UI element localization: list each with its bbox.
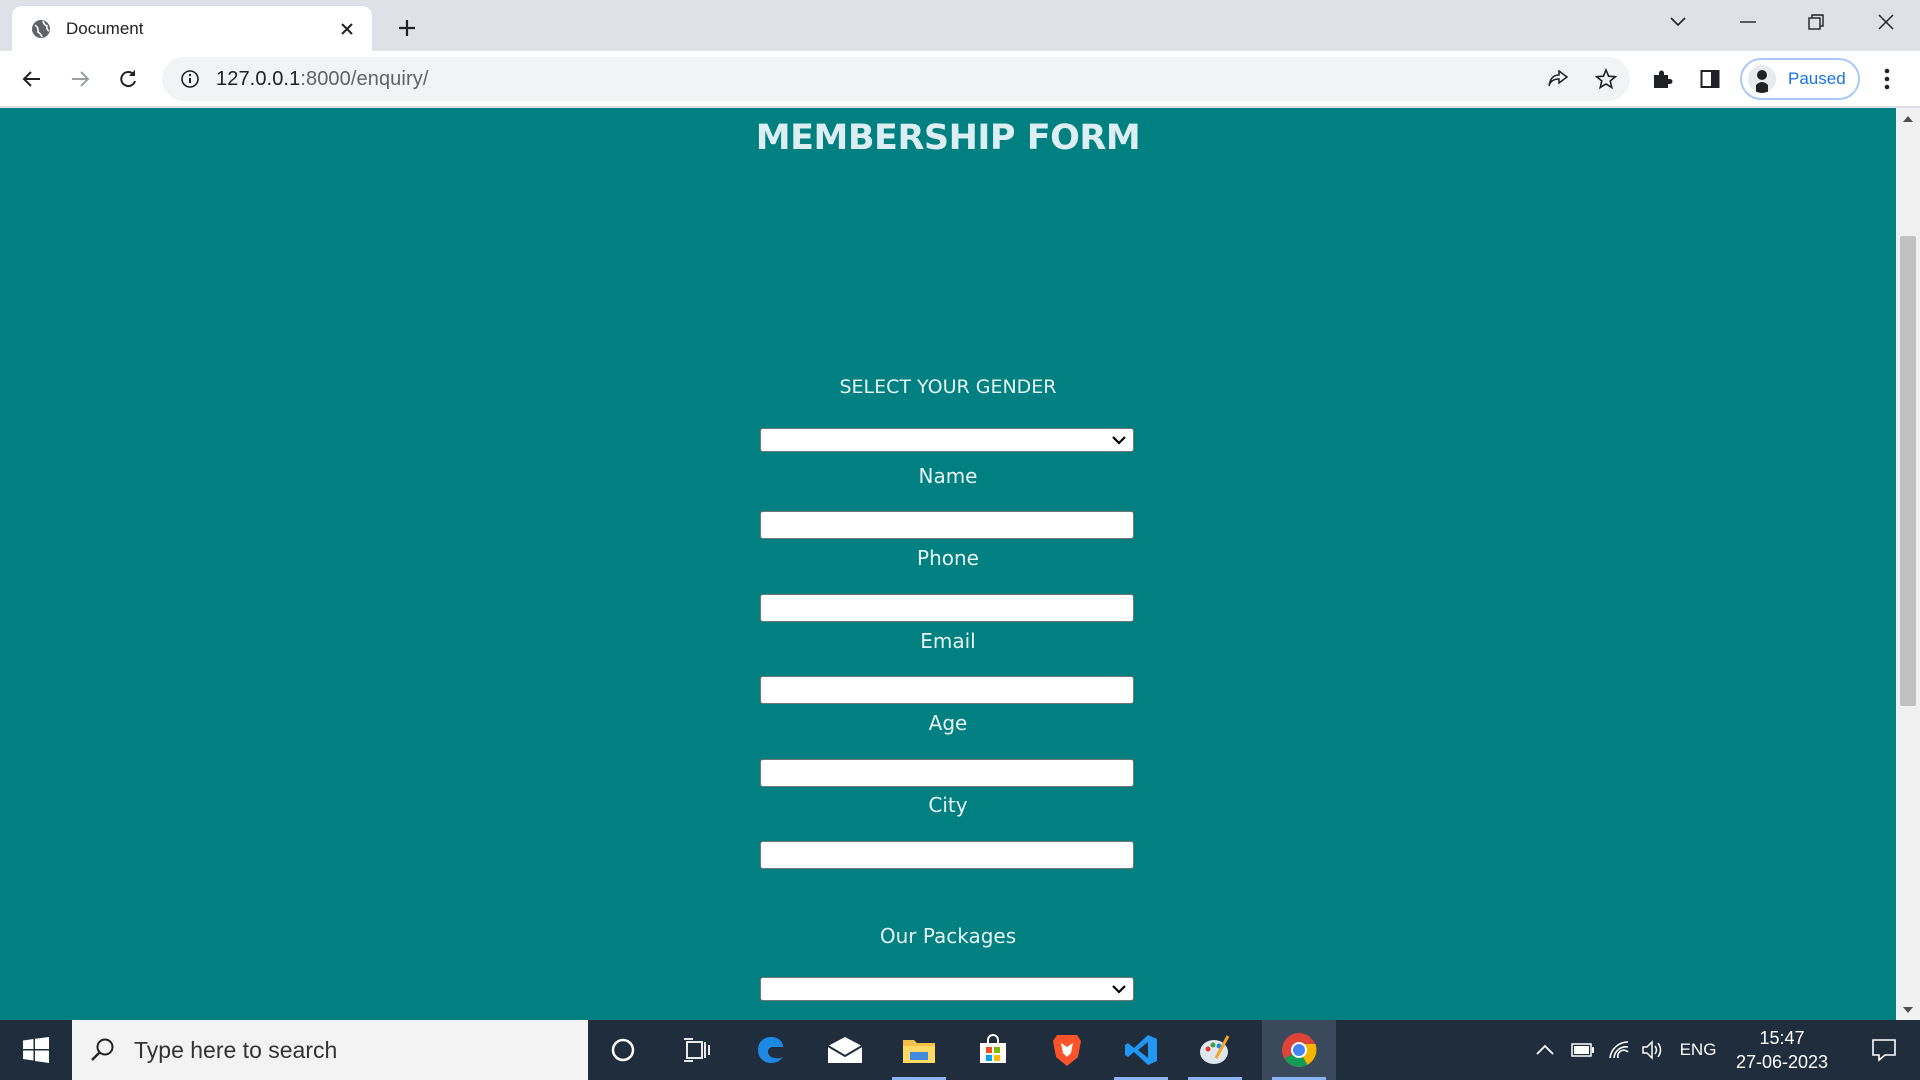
name-input[interactable] — [760, 511, 1134, 539]
volume-icon[interactable] — [1638, 1020, 1668, 1080]
packages-select[interactable] — [760, 977, 1134, 1001]
reload-icon[interactable] — [109, 60, 147, 98]
close-window-icon[interactable] — [1852, 0, 1920, 44]
taskbar-search-box[interactable]: Type here to search — [72, 1020, 588, 1080]
tab-search-chevron-icon[interactable] — [1644, 0, 1712, 44]
phone-label: Phone — [917, 546, 979, 570]
brave-browser-icon[interactable] — [1030, 1020, 1104, 1080]
forward-icon[interactable] — [61, 60, 99, 98]
browser-menu-icon[interactable] — [1868, 60, 1906, 98]
name-label: Name — [918, 464, 978, 488]
chrome-icon[interactable] — [1262, 1020, 1336, 1080]
scroll-thumb[interactable] — [1900, 236, 1916, 706]
edge-browser-icon[interactable] — [734, 1020, 808, 1080]
system-clock[interactable]: 15:47 27-06-2023 — [1722, 1026, 1842, 1074]
language-indicator[interactable]: ENG — [1676, 1020, 1720, 1080]
taskbar-search-placeholder: Type here to search — [134, 1036, 338, 1063]
site-info-icon[interactable] — [178, 67, 202, 91]
battery-icon[interactable] — [1568, 1020, 1598, 1080]
tab-title: Document — [66, 18, 144, 38]
wifi-icon[interactable] — [1604, 1020, 1634, 1080]
city-input[interactable] — [760, 841, 1134, 869]
profile-status-label: Paused — [1788, 69, 1846, 88]
avatar — [1748, 65, 1776, 93]
profile-button[interactable]: Paused — [1740, 58, 1860, 100]
page-title: MEMBERSHIP FORM — [755, 118, 1141, 158]
extensions-puzzle-icon[interactable] — [1643, 60, 1681, 98]
page-scrollbar[interactable] — [1896, 108, 1920, 1020]
globe-icon — [30, 18, 52, 40]
tab-strip: Document — [0, 0, 1920, 51]
browser-toolbar: 127.0.0.1:8000/enquiry/ Paused — [0, 51, 1920, 107]
gender-select[interactable] — [760, 428, 1134, 452]
paint-app-icon[interactable] — [1178, 1020, 1252, 1080]
windows-start-icon[interactable] — [0, 1020, 72, 1080]
email-input[interactable] — [760, 676, 1134, 704]
search-icon — [91, 1038, 114, 1061]
show-hidden-icons-chevron-icon[interactable] — [1530, 1020, 1560, 1080]
tab-close-icon[interactable] — [334, 16, 360, 42]
back-icon[interactable] — [13, 60, 51, 98]
notification-center-icon[interactable] — [1856, 1020, 1912, 1080]
age-label: Age — [928, 711, 968, 735]
side-panel-icon[interactable] — [1691, 60, 1729, 98]
microsoft-store-icon[interactable] — [956, 1020, 1030, 1080]
address-bar[interactable]: 127.0.0.1:8000/enquiry/ — [162, 57, 1630, 101]
city-label: City — [928, 793, 968, 817]
task-view-icon[interactable] — [660, 1020, 734, 1080]
page-viewport: MEMBERSHIP FORM SELECT YOUR GENDER Name … — [0, 108, 1920, 1020]
scroll-up-arrow-icon[interactable] — [1896, 108, 1920, 128]
mail-icon[interactable] — [808, 1020, 882, 1080]
vscode-icon[interactable] — [1104, 1020, 1178, 1080]
new-tab-icon[interactable] — [390, 11, 424, 45]
phone-input[interactable] — [760, 594, 1134, 622]
clock-date: 27-06-2023 — [1735, 1052, 1829, 1072]
browser-tab[interactable]: Document — [12, 6, 372, 51]
share-icon[interactable] — [1536, 57, 1580, 101]
packages-label: Our Packages — [879, 924, 1017, 948]
url-host: 127.0.0.1 — [216, 67, 301, 90]
url-path: :8000/enquiry/ — [300, 67, 429, 90]
url-text: 127.0.0.1:8000/enquiry/ — [216, 68, 428, 91]
chevron-down-icon — [1109, 430, 1129, 450]
file-explorer-icon[interactable] — [882, 1020, 956, 1080]
restore-icon[interactable] — [1782, 0, 1850, 44]
chevron-down-icon — [1109, 979, 1129, 999]
cortana-icon[interactable] — [586, 1020, 660, 1080]
windows-taskbar: Type here to search ENG 15:47 27-06-2023 — [0, 1020, 1920, 1080]
age-input[interactable] — [760, 759, 1134, 787]
clock-time: 15:47 — [1759, 1028, 1805, 1048]
scroll-down-arrow-icon[interactable] — [1896, 1000, 1920, 1020]
gender-label: SELECT YOUR GENDER — [839, 376, 1057, 398]
bookmark-star-icon[interactable] — [1584, 57, 1628, 101]
email-label: Email — [920, 629, 976, 653]
minimize-icon[interactable] — [1714, 0, 1782, 44]
